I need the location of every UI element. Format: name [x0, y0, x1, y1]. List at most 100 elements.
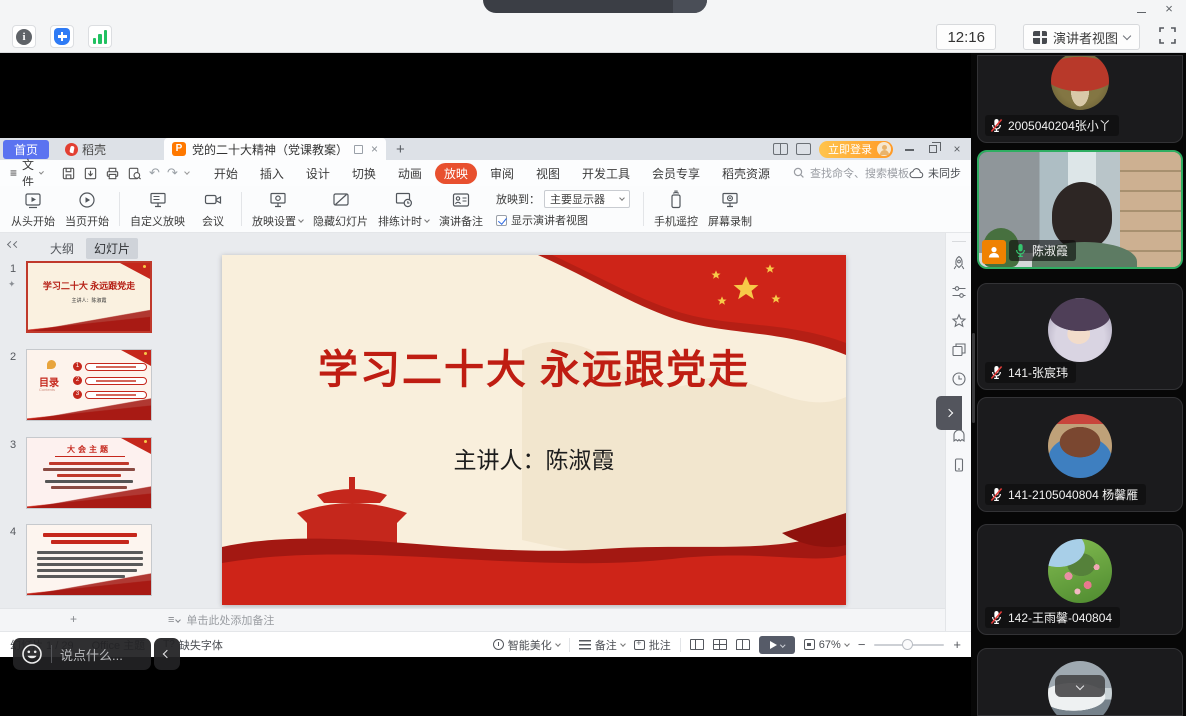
chat-input-bar[interactable]: 说点什么...: [13, 638, 151, 670]
notes-bar[interactable]: + ≡ 单击此处添加备注: [0, 608, 945, 631]
zoom-out-button[interactable]: −: [858, 637, 866, 652]
slide-canvas[interactable]: 学习二十大 永远跟党走 主讲人：陈淑霞: [222, 255, 846, 605]
menu-item-transition[interactable]: 切换: [343, 163, 385, 184]
participant-name-bar: 陈淑霞: [1009, 240, 1076, 261]
menu-item-slideshow[interactable]: 放映: [435, 163, 477, 184]
menu-item-docer-resources[interactable]: 稻壳资源: [713, 163, 779, 184]
view-mode-dropdown[interactable]: 演讲者视图: [1023, 24, 1140, 50]
command-search-input[interactable]: 查找命令、搜索模板: [793, 165, 909, 181]
notes-toggle-button[interactable]: 备注: [579, 637, 625, 653]
slide-thumbnail-1[interactable]: 学习二十大 永远跟党走 主讲人：陈淑霞: [26, 261, 152, 333]
sync-status-button[interactable]: 未同步: [909, 165, 961, 181]
redo-icon[interactable]: ↷: [167, 165, 178, 181]
menu-item-insert[interactable]: 插入: [251, 163, 293, 184]
speaker-notes-button[interactable]: 演讲备注: [434, 187, 488, 231]
copy-icon[interactable]: [951, 342, 967, 358]
comments-button[interactable]: 批注: [634, 637, 671, 653]
menu-item-animation[interactable]: 动画: [389, 163, 431, 184]
wps-restore-button[interactable]: [925, 142, 941, 156]
speaker-view-checkbox[interactable]: [496, 215, 507, 226]
custom-show-button[interactable]: 自定义放映: [125, 187, 190, 231]
screen-record-button[interactable]: 屏幕录制: [703, 187, 757, 231]
zoom-fit-control[interactable]: 67%: [804, 639, 849, 651]
slide-thumbnail-3[interactable]: 大会主题: [26, 437, 152, 509]
chat-input[interactable]: 说点什么...: [60, 645, 123, 664]
app-minimize-icon[interactable]: [1130, 1, 1152, 16]
rocket-tools-icon[interactable]: [951, 255, 967, 271]
meeting-info-button[interactable]: i: [12, 25, 36, 48]
chevron-down-icon[interactable]: [184, 169, 190, 175]
new-tab-button[interactable]: +: [396, 141, 405, 158]
zoom-slider-knob[interactable]: [902, 639, 913, 650]
tab-outline[interactable]: 大纲: [42, 238, 82, 259]
print-preview-icon[interactable]: [127, 166, 142, 181]
participant-tile-active-speaker[interactable]: 陈淑霞: [977, 150, 1183, 269]
splitter-handle[interactable]: +: [70, 612, 77, 626]
scroll-down-button[interactable]: [1055, 675, 1105, 697]
history-clock-icon[interactable]: [951, 371, 967, 387]
network-status-button[interactable]: [88, 25, 112, 48]
save-icon[interactable]: [61, 166, 76, 181]
menu-item-view[interactable]: 视图: [527, 163, 569, 184]
tab-document[interactable]: P 党的二十大精神（党课教案） ×: [164, 138, 386, 160]
participant-tile[interactable]: 141-张宸玮: [977, 283, 1183, 390]
zoom-in-button[interactable]: +: [953, 637, 961, 652]
app-close-icon[interactable]: ×: [1158, 1, 1180, 16]
participant-tile[interactable]: 2005040204张小丫: [977, 55, 1183, 143]
emoji-icon[interactable]: [21, 643, 43, 665]
chat-collapse-button[interactable]: [154, 638, 180, 670]
zoom-slider[interactable]: [874, 644, 944, 646]
slide-thumbnail-2[interactable]: 目录 Contents 1 2 3: [26, 349, 152, 421]
sidebar-scrollbar[interactable]: [972, 333, 975, 423]
participant-name: 2005040204张小丫: [1008, 117, 1111, 134]
effects-star-icon[interactable]: [951, 313, 967, 329]
settings-sliders-icon[interactable]: [951, 284, 967, 300]
menu-item-start[interactable]: 开始: [205, 163, 247, 184]
smart-beautify-button[interactable]: 智能美化: [493, 637, 560, 653]
participant-name: 141-2105040804 杨馨雁: [1008, 486, 1138, 503]
file-menu[interactable]: ≡ 文件: [0, 156, 51, 190]
close-tab-icon[interactable]: ×: [369, 142, 380, 156]
hide-slide-button[interactable]: 隐藏幻灯片: [308, 187, 373, 231]
menu-item-member[interactable]: 会员专享: [643, 163, 709, 184]
export-icon[interactable]: [83, 166, 98, 181]
phone-remote-button[interactable]: 手机遥控: [649, 187, 703, 231]
normal-view-button[interactable]: [690, 639, 704, 650]
wps-minimize-button[interactable]: [901, 142, 917, 156]
button-label: 演讲备注: [439, 213, 483, 229]
meeting-security-button[interactable]: [50, 25, 74, 48]
menu-item-review[interactable]: 审阅: [481, 163, 523, 184]
display-target-dropdown[interactable]: 主要显示器: [544, 190, 630, 208]
fullscreen-button[interactable]: [1159, 27, 1176, 49]
meeting-button[interactable]: 会议: [190, 187, 236, 231]
participant-tile[interactable]: 142-王雨馨-040804: [977, 524, 1183, 635]
rehearse-timing-button[interactable]: 排练计时: [373, 187, 434, 231]
slide-sorter-view-button[interactable]: [713, 639, 727, 650]
assistant-icon[interactable]: [951, 428, 967, 444]
undo-icon[interactable]: ↶: [149, 165, 160, 181]
start-from-current-button[interactable]: 当页开始: [60, 187, 114, 231]
print-icon[interactable]: [105, 166, 120, 181]
screen-share-banner[interactable]: [483, 0, 707, 13]
expand-panel-tab[interactable]: [936, 396, 962, 430]
tab-slides[interactable]: 幻灯片: [86, 238, 138, 259]
tab-docer[interactable]: 稻壳: [57, 140, 114, 159]
show-settings-button[interactable]: 放映设置: [247, 187, 308, 231]
phone-sync-icon[interactable]: [951, 457, 967, 473]
wps-close-button[interactable]: ×: [949, 142, 965, 156]
menu-item-devtools[interactable]: 开发工具: [573, 163, 639, 184]
reading-layout-icon[interactable]: [773, 143, 788, 155]
fullscreen-icon: [1159, 27, 1176, 44]
workspace-grid-icon[interactable]: [796, 143, 811, 155]
participant-tile-partial[interactable]: [977, 648, 1183, 716]
pin-tab-icon[interactable]: [354, 145, 363, 154]
start-from-beginning-button[interactable]: 从头开始: [6, 187, 60, 231]
reading-view-button[interactable]: [736, 639, 750, 650]
menu-item-design[interactable]: 设计: [297, 163, 339, 184]
slideshow-play-button[interactable]: [759, 636, 795, 654]
participant-tile[interactable]: 141-2105040804 杨馨雁: [977, 397, 1183, 512]
login-button[interactable]: 立即登录: [819, 141, 893, 158]
slide-thumbnail-4[interactable]: [26, 524, 152, 596]
notes-placeholder[interactable]: 单击此处添加备注: [186, 612, 274, 628]
share-banner-action-segment[interactable]: [673, 0, 707, 13]
